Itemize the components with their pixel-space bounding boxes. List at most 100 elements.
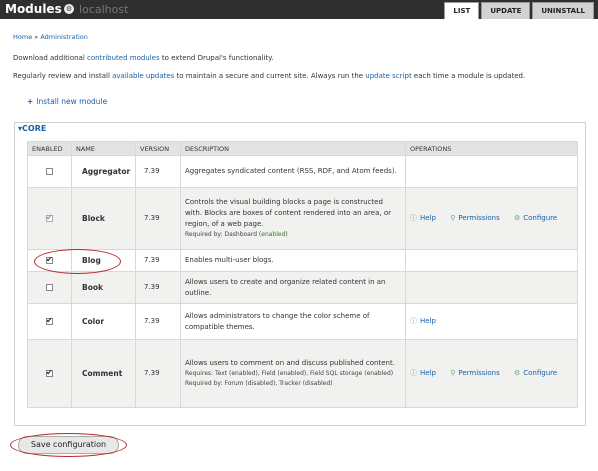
table-row: Aggregator 7.39 Aggregates syndicated co… — [27, 155, 578, 188]
module-name: Book — [71, 271, 136, 304]
comment-checkbox[interactable] — [46, 367, 53, 378]
top-bar: Modules ⚙ localhost LIST UPDATE UNINSTAL… — [0, 0, 598, 19]
column-header-operations: OPERATIONS — [405, 141, 578, 156]
help-link[interactable]: ⓘ Help — [410, 369, 436, 377]
module-version: 7.39 — [135, 249, 181, 272]
help-icon: ⓘ — [410, 317, 417, 325]
help-text: to maintain a secure and current site. A… — [174, 72, 366, 80]
operations-cell — [405, 249, 578, 272]
requires: Requires: Text (enabled), Field (enabled… — [185, 370, 394, 377]
shortcut-icon[interactable]: ⚙ — [64, 4, 74, 14]
help-text: each time a module is updated. — [411, 72, 526, 80]
tab-update[interactable]: UPDATE — [481, 2, 531, 19]
module-name: Comment — [71, 339, 136, 408]
table-row: Block 7.39 Controls the visual building … — [27, 187, 578, 250]
install-new-module-link[interactable]: + Install new module — [27, 97, 107, 106]
module-version: 7.39 — [135, 303, 181, 340]
description-text: Controls the visual building blocks a pa… — [185, 198, 391, 228]
configure-link[interactable]: ⚙ Configure — [514, 214, 557, 222]
help-link[interactable]: ⓘ Help — [410, 317, 436, 325]
module-description: Allows users to create and organize rela… — [180, 271, 406, 304]
core-fieldset-toggle[interactable]: ▾CORE — [18, 124, 50, 133]
required-by: Required by: Dashboard (enabled) — [185, 230, 401, 240]
core-label: CORE — [22, 124, 47, 133]
block-checkbox — [46, 212, 53, 223]
color-checkbox[interactable] — [46, 315, 53, 326]
breadcrumb-home[interactable]: Home — [13, 33, 32, 41]
enabled-cell — [27, 339, 72, 408]
status-enabled: enabled — [261, 231, 286, 238]
required-by-text: Required by: Dashboard ( — [185, 231, 262, 238]
configure-link[interactable]: ⚙ Configure — [514, 369, 557, 377]
operations-cell: ⓘ Help ⚲ Permissions ⚙ Configure — [405, 187, 578, 250]
configure-link-label: Configure — [523, 214, 558, 222]
help-link-label: Help — [420, 317, 436, 325]
help-text-updates: Regularly review and install available u… — [13, 72, 525, 80]
plus-icon: + — [27, 97, 34, 106]
column-header-enabled: ENABLED — [27, 141, 72, 156]
tab-list[interactable]: LIST — [444, 2, 480, 19]
module-description: Allows administrators to change the colo… — [180, 303, 406, 340]
enabled-cell — [27, 155, 72, 188]
breadcrumb-administration[interactable]: Administration — [40, 33, 88, 41]
help-text: to extend Drupal's functionality. — [159, 54, 274, 62]
tab-uninstall[interactable]: UNINSTALL — [532, 2, 594, 19]
configure-link-label: Configure — [523, 369, 558, 377]
module-name: Color — [71, 303, 136, 340]
help-text: Download additional — [13, 54, 88, 62]
required-by: Required by: Forum (disabled), Tracker (… — [185, 380, 333, 387]
tabs: LIST UPDATE UNINSTALL — [444, 2, 594, 19]
save-highlight-ellipse — [10, 433, 127, 457]
contributed-modules-link[interactable]: contributed modules — [87, 54, 160, 62]
permissions-link-label: Permissions — [458, 214, 500, 222]
site-host: localhost — [79, 3, 129, 16]
blog-highlight-ellipse — [34, 249, 121, 274]
enabled-cell — [27, 187, 72, 250]
breadcrumb: Home » Administration — [13, 33, 88, 41]
gear-icon: ⚙ — [513, 369, 521, 377]
column-header-version: VERSION — [135, 141, 181, 156]
operations-cell — [405, 155, 578, 188]
breadcrumb-separator: » — [34, 33, 39, 41]
modules-table: ENABLED NAME VERSION DESCRIPTION OPERATI… — [27, 141, 578, 408]
module-version: 7.39 — [135, 187, 181, 250]
module-name: Block — [71, 187, 136, 250]
module-name: Aggregator — [71, 155, 136, 188]
gear-icon: ⚙ — [513, 214, 521, 222]
help-text-download: Download additional contributed modules … — [13, 54, 274, 62]
page-title: Modules — [5, 2, 62, 16]
help-icon: ⓘ — [410, 214, 417, 222]
table-row: Book 7.39 Allows users to create and org… — [27, 271, 578, 304]
install-link-label: Install new module — [36, 97, 108, 106]
help-link-label: Help — [420, 214, 436, 222]
help-text: Regularly review and install — [13, 72, 113, 80]
key-icon: ⚲ — [450, 214, 456, 222]
permissions-link[interactable]: ⚲ Permissions — [450, 214, 500, 222]
enabled-cell — [27, 303, 72, 340]
help-link-label: Help — [420, 369, 436, 377]
module-description: Enables multi-user blogs. — [180, 249, 406, 272]
permissions-link-label: Permissions — [458, 369, 500, 377]
help-link[interactable]: ⓘ Help — [410, 214, 436, 222]
module-version: 7.39 — [135, 155, 181, 188]
module-description: Allows users to comment on and discuss p… — [180, 339, 406, 408]
description-text: Allows users to comment on and discuss p… — [185, 359, 395, 367]
operations-cell: ⓘ Help ⚲ Permissions ⚙ Configure — [405, 339, 578, 408]
help-icon: ⓘ — [410, 369, 417, 377]
column-header-name: NAME — [71, 141, 136, 156]
operations-cell: ⓘ Help — [405, 303, 578, 340]
available-updates-link[interactable]: available updates — [112, 72, 174, 80]
module-version: 7.39 — [135, 339, 181, 408]
required-by-text: ) — [285, 231, 288, 238]
book-checkbox[interactable] — [46, 283, 53, 291]
column-header-description: DESCRIPTION — [180, 141, 406, 156]
operations-cell — [405, 271, 578, 304]
update-script-link[interactable]: update script — [365, 72, 411, 80]
aggregator-checkbox[interactable] — [46, 167, 53, 175]
module-version: 7.39 — [135, 271, 181, 304]
permissions-link[interactable]: ⚲ Permissions — [450, 369, 500, 377]
module-description: Controls the visual building blocks a pa… — [180, 187, 406, 250]
table-row: Color 7.39 Allows administrators to chan… — [27, 303, 578, 340]
enabled-cell — [27, 271, 72, 304]
table-row: Comment 7.39 Allows users to comment on … — [27, 339, 578, 408]
